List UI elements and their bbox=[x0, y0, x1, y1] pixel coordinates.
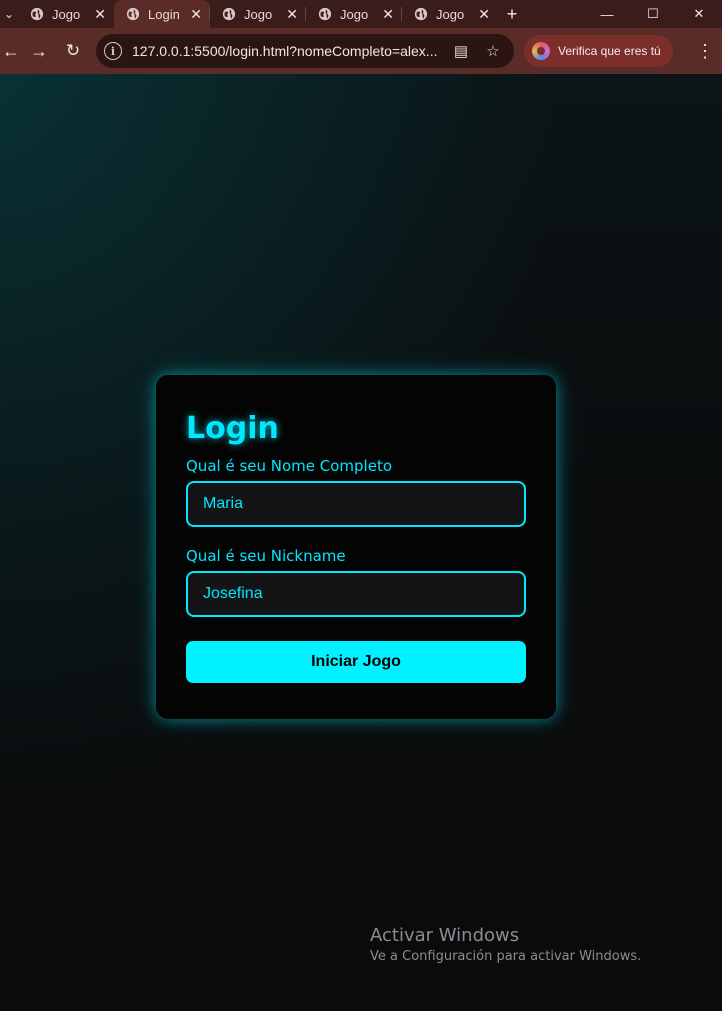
tab-title: Jogo bbox=[244, 6, 273, 22]
verify-chip-label: Verifica que eres tú bbox=[558, 44, 661, 58]
profile-avatar-icon bbox=[532, 42, 550, 60]
login-card: Login Qual é seu Nome Completo Qual é se… bbox=[156, 375, 556, 719]
tab-title: Jogo bbox=[436, 6, 465, 22]
kebab-menu-icon[interactable]: ⋮ bbox=[688, 41, 722, 62]
maximize-icon[interactable]: ☐ bbox=[630, 0, 676, 28]
activate-windows-watermark: Activar Windows Ve a Configuración para … bbox=[370, 925, 641, 967]
site-info-icon[interactable]: i bbox=[104, 42, 122, 60]
window-controls: — ☐ ✕ bbox=[584, 0, 722, 28]
tab-close-icon[interactable]: ✕ bbox=[94, 7, 106, 21]
nickname-label: Qual é seu Nickname bbox=[186, 547, 346, 565]
globe-icon bbox=[222, 7, 236, 21]
tab-title: Jogo bbox=[340, 6, 369, 22]
back-arrow-icon[interactable]: ← bbox=[0, 34, 22, 68]
tab-jogo-4[interactable]: Jogo ✕ bbox=[305, 0, 402, 28]
globe-icon bbox=[318, 7, 332, 21]
globe-icon bbox=[126, 7, 140, 21]
full-name-label: Qual é seu Nome Completo bbox=[186, 457, 393, 475]
tab-jogo-3[interactable]: Jogo ✕ bbox=[209, 0, 306, 28]
tab-search-chevron-icon[interactable]: ⌄ bbox=[0, 0, 18, 28]
browser-window: ⌄ Jogo ✕ Login ✕ Jogo ✕ Jogo ✕ Jogo ✕ + bbox=[0, 0, 722, 1011]
nickname-group: Qual é seu Nickname bbox=[186, 547, 526, 617]
minimize-icon[interactable]: — bbox=[584, 0, 630, 28]
translate-icon[interactable]: ▤ bbox=[450, 42, 472, 60]
tab-close-icon[interactable]: ✕ bbox=[190, 7, 202, 21]
tab-close-icon[interactable]: ✕ bbox=[478, 7, 490, 21]
tab-login-active[interactable]: Login ✕ bbox=[114, 0, 210, 28]
close-window-icon[interactable]: ✕ bbox=[676, 0, 722, 28]
tab-title: Jogo bbox=[52, 6, 81, 22]
watermark-subtitle: Ve a Configuración para activar Windows. bbox=[370, 949, 642, 964]
browser-toolbar: ← → ↻ i 127.0.0.1:5500/login.html?nomeCo… bbox=[0, 28, 722, 74]
reload-icon[interactable]: ↻ bbox=[56, 34, 90, 68]
verify-profile-chip[interactable]: Verifica que eres tú bbox=[524, 35, 673, 67]
bookmark-star-icon[interactable]: ☆ bbox=[482, 42, 504, 60]
start-game-button[interactable]: Iniciar Jogo bbox=[186, 641, 526, 683]
page-content: Login Qual é seu Nome Completo Qual é se… bbox=[0, 74, 722, 1011]
full-name-input[interactable] bbox=[186, 481, 526, 527]
nickname-input[interactable] bbox=[186, 571, 526, 617]
full-name-group: Qual é seu Nome Completo bbox=[186, 457, 526, 527]
globe-icon bbox=[414, 7, 428, 21]
url-text[interactable]: 127.0.0.1:5500/login.html?nomeCompleto=a… bbox=[132, 43, 440, 59]
globe-icon bbox=[30, 7, 44, 21]
tab-close-icon[interactable]: ✕ bbox=[382, 7, 394, 21]
login-title: Login bbox=[186, 411, 279, 446]
tab-title: Login bbox=[148, 6, 180, 22]
tab-jogo-5[interactable]: Jogo ✕ bbox=[401, 0, 498, 28]
tab-strip: ⌄ Jogo ✕ Login ✕ Jogo ✕ Jogo ✕ Jogo ✕ + bbox=[0, 0, 722, 28]
watermark-title: Activar Windows bbox=[370, 925, 520, 946]
new-tab-button[interactable]: + bbox=[498, 0, 526, 28]
tab-close-icon[interactable]: ✕ bbox=[286, 7, 298, 21]
forward-arrow-icon[interactable]: → bbox=[22, 34, 56, 68]
address-bar[interactable]: i 127.0.0.1:5500/login.html?nomeCompleto… bbox=[96, 34, 514, 68]
tab-jogo-1[interactable]: Jogo ✕ bbox=[18, 0, 114, 28]
